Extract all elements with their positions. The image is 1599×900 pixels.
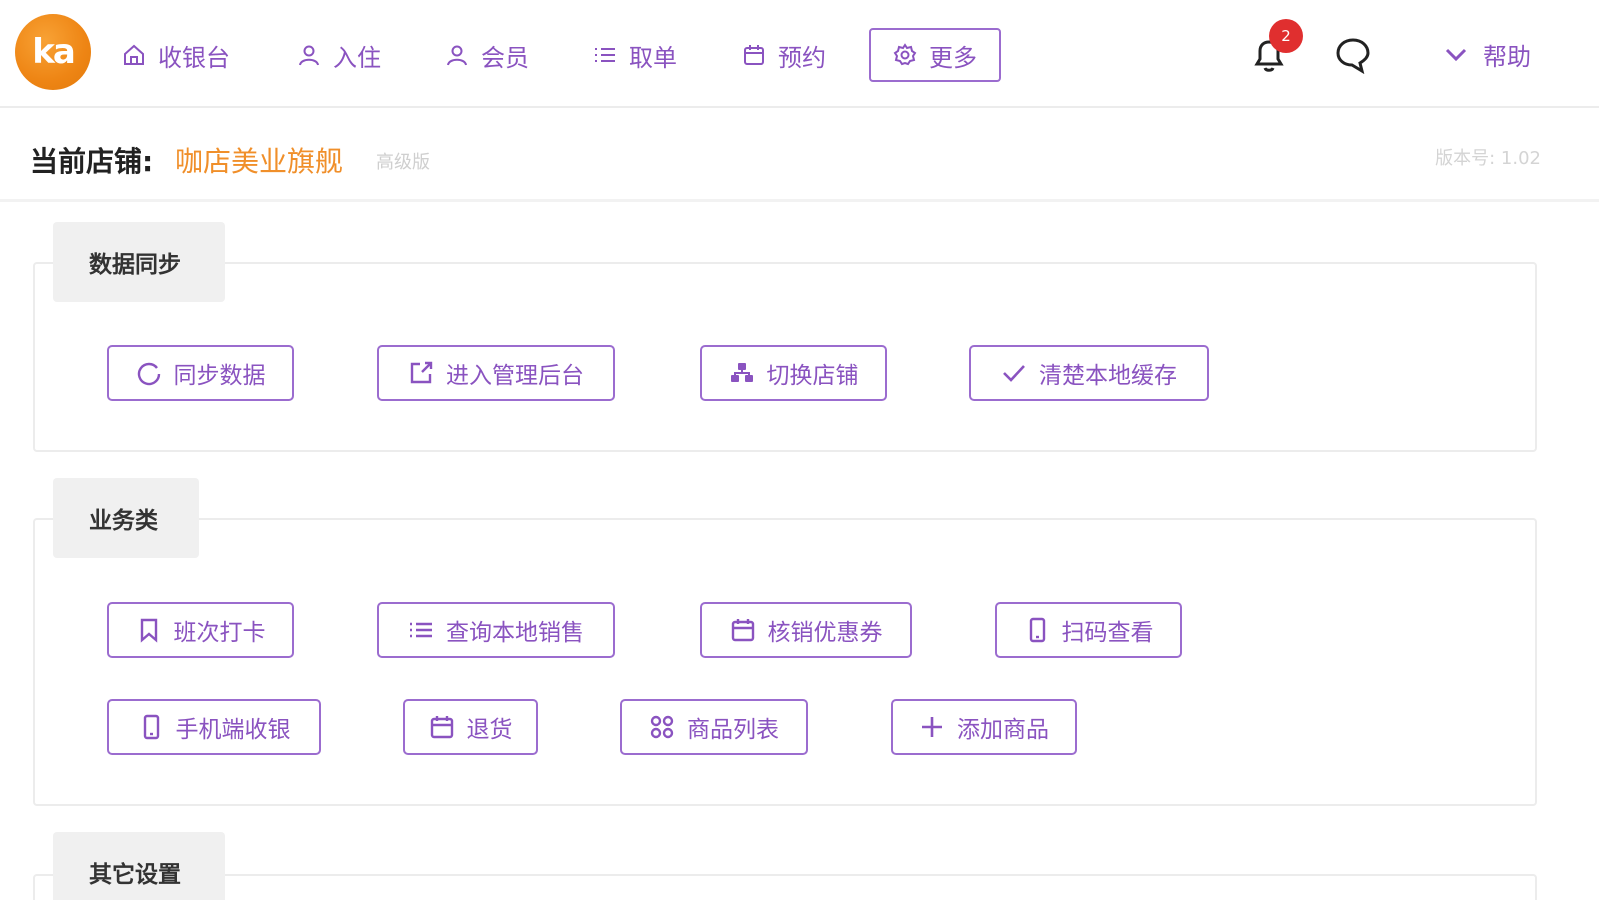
nav-item-label: 预约 xyxy=(778,43,826,72)
list-icon xyxy=(595,48,615,62)
version-label: 版本号: 1.02 xyxy=(1435,148,1541,169)
logo-text: ka xyxy=(32,32,76,72)
section-business xyxy=(33,518,1537,806)
nav-item-label: 会员 xyxy=(481,43,529,72)
calendar-icon xyxy=(731,619,754,642)
user-icon xyxy=(299,45,319,66)
admin-panel-button[interactable]: 进入管理后台 xyxy=(377,345,615,401)
store-name: 咖店美业旗舰 xyxy=(175,145,344,178)
switch-store-icon xyxy=(730,363,753,382)
shift-clockin-button[interactable]: 班次打卡 xyxy=(107,602,294,658)
button-label: 清楚本地缓存 xyxy=(1039,363,1177,389)
store-tier: 高级版 xyxy=(376,152,430,173)
button-label: 查询本地销售 xyxy=(446,620,584,646)
mobile-icon xyxy=(143,714,159,740)
refresh-icon xyxy=(137,362,160,386)
section-title: 业务类 xyxy=(53,478,199,558)
redeem-coupon-button[interactable]: 核销优惠券 xyxy=(700,602,912,658)
nav-item-member[interactable]: 会员 xyxy=(445,28,529,82)
nav-item-label: 收银台 xyxy=(158,43,230,72)
top-nav-bar: ka 收银台 入住 会员 取单 预约 更多 2 帮助 xyxy=(0,0,1599,108)
nav-item-pickup[interactable]: 取单 xyxy=(593,28,677,82)
mobile-icon xyxy=(1029,617,1045,643)
button-label: 班次打卡 xyxy=(173,620,266,646)
nav-item-label: 更多 xyxy=(929,43,977,72)
grid-icon xyxy=(650,715,674,739)
bookmark-icon xyxy=(140,618,157,643)
button-label: 进入管理后台 xyxy=(446,363,584,389)
button-label: 商品列表 xyxy=(687,717,779,743)
local-sales-button[interactable]: 查询本地销售 xyxy=(377,602,615,658)
nav-item-checkin[interactable]: 入住 xyxy=(297,28,381,82)
store-info-bar: 当前店铺: 咖店美业旗舰 高级版 版本号: 1.02 xyxy=(0,110,1599,202)
nav-item-cashier[interactable]: 收银台 xyxy=(122,28,230,82)
scan-view-button[interactable]: 扫码查看 xyxy=(995,602,1182,658)
button-label: 手机端收银 xyxy=(175,717,291,743)
nav-item-label: 取单 xyxy=(629,43,677,72)
mobile-cashier-button[interactable]: 手机端收银 xyxy=(107,699,321,755)
chevron-down-icon xyxy=(1445,48,1467,62)
brand-logo[interactable]: ka xyxy=(15,14,91,90)
user-icon xyxy=(447,45,467,66)
plus-icon xyxy=(922,717,942,737)
help-label: 帮助 xyxy=(1483,42,1531,71)
section-title: 其它设置 xyxy=(53,832,225,900)
home-icon xyxy=(124,44,144,65)
add-product-button[interactable]: 添加商品 xyxy=(891,699,1077,755)
external-link-icon xyxy=(410,361,433,384)
calendar-icon xyxy=(744,45,764,65)
store-label: 当前店铺: xyxy=(30,145,154,178)
gear-icon xyxy=(893,43,917,66)
calendar-icon xyxy=(430,716,453,739)
notification-badge: 2 xyxy=(1269,19,1303,53)
nav-item-booking[interactable]: 预约 xyxy=(742,28,826,82)
clear-cache-button[interactable]: 清楚本地缓存 xyxy=(969,345,1209,401)
switch-store-button[interactable]: 切换店铺 xyxy=(700,345,887,401)
button-label: 核销优惠券 xyxy=(767,620,883,646)
section-other-settings xyxy=(33,874,1537,900)
button-label: 切换店铺 xyxy=(766,363,859,389)
product-list-button[interactable]: 商品列表 xyxy=(620,699,808,755)
button-label: 退货 xyxy=(466,717,513,743)
nav-item-more[interactable]: 更多 xyxy=(869,28,1001,82)
check-icon xyxy=(1003,365,1025,382)
return-goods-button[interactable]: 退货 xyxy=(403,699,538,755)
list-icon xyxy=(410,622,432,638)
help-menu[interactable]: 帮助 xyxy=(1443,36,1531,72)
nav-item-label: 入住 xyxy=(333,43,381,72)
section-title: 数据同步 xyxy=(53,222,225,302)
button-label: 扫码查看 xyxy=(1061,620,1154,646)
button-label: 同步数据 xyxy=(173,363,266,389)
button-label: 添加商品 xyxy=(957,717,1049,743)
chat-icon[interactable] xyxy=(1334,36,1372,74)
sync-data-button[interactable]: 同步数据 xyxy=(107,345,294,401)
